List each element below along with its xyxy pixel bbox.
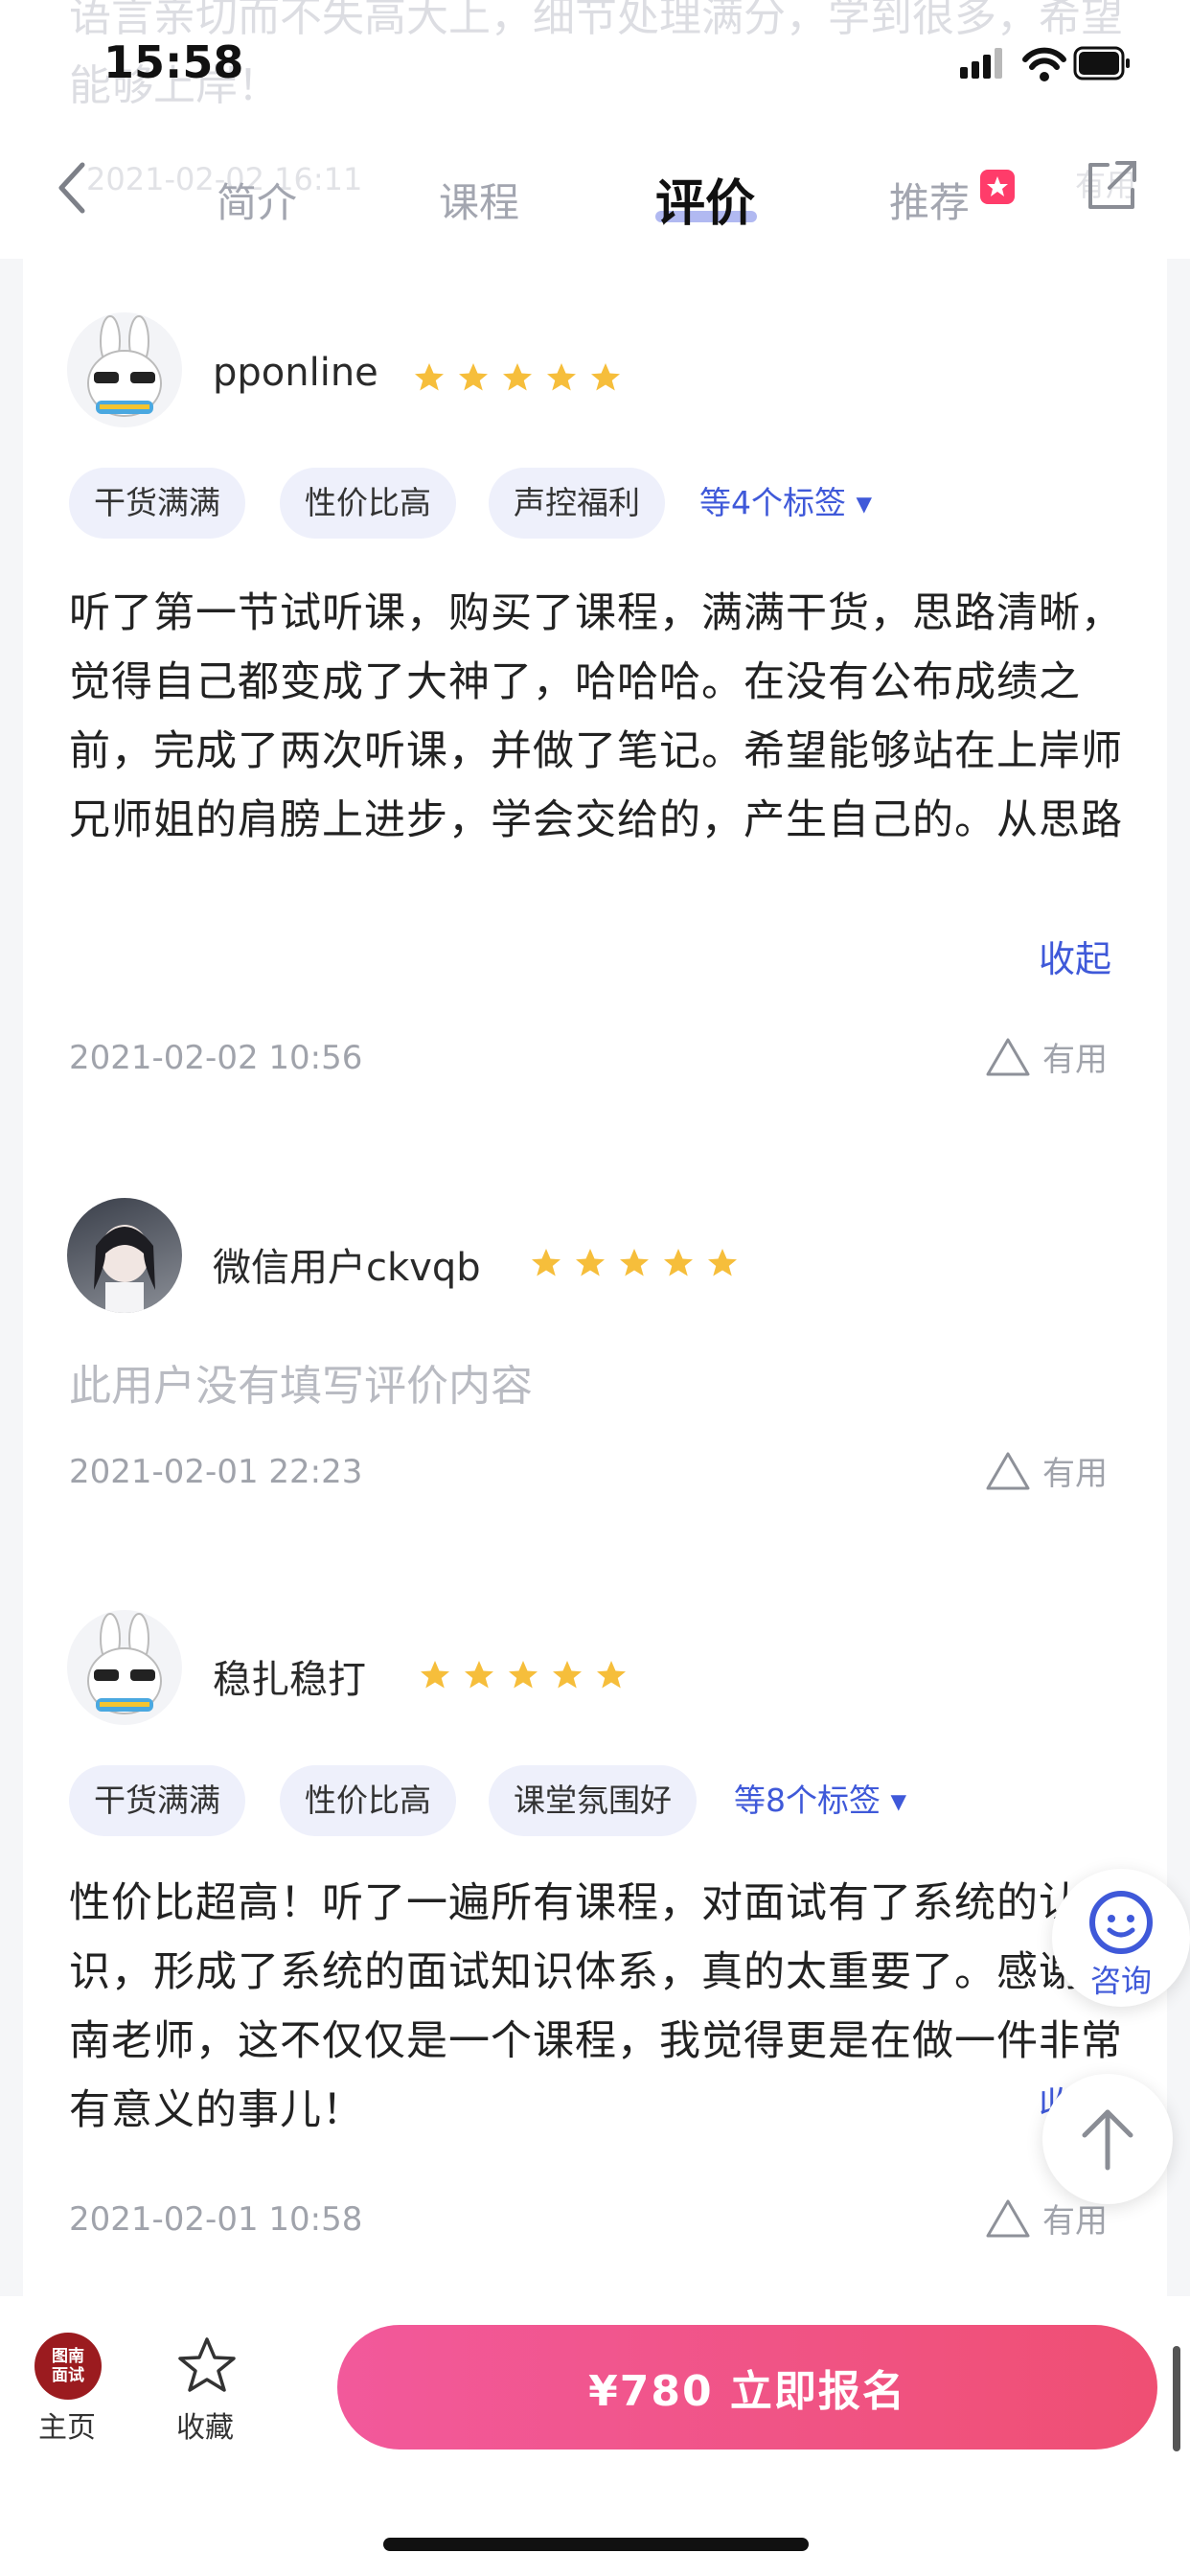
- triangle-up-icon: [986, 1038, 1030, 1075]
- signal-icon: [960, 48, 1002, 79]
- review-item: pponline 干货满满 性价比高 声控福利 等4个标签 ▾ 听了第一节试听课…: [23, 259, 1167, 1102]
- avatar[interactable]: [67, 312, 182, 427]
- back-arrow-icon[interactable]: [54, 159, 92, 217]
- star-icon: [459, 363, 488, 391]
- star-icon: [576, 1249, 605, 1276]
- review-tag: 干货满满: [69, 1765, 245, 1836]
- tab-recommend[interactable]: 推荐: [889, 171, 970, 229]
- reviews-list: pponline 干货满满 性价比高 声控福利 等4个标签 ▾ 听了第一节试听课…: [23, 259, 1167, 2296]
- review-tag: 性价比高: [280, 468, 456, 539]
- useful-button[interactable]: 有用: [985, 1033, 1108, 1080]
- star-icon: [708, 1249, 737, 1276]
- review-content: 听了第一节试听课，购买了课程，满满干货，思路清晰，觉得自己都变成了大神了，哈哈哈…: [69, 589, 1123, 844]
- review-item: 稳扎稳打 干货满满 性价比高 课堂氛围好 等8个标签 ▾ 性价比超高！听了一遍所…: [23, 1514, 1167, 2296]
- avatar[interactable]: [67, 1198, 182, 1313]
- username: 稳扎稳打: [213, 1658, 366, 1702]
- share-icon[interactable]: [1085, 159, 1138, 213]
- review-date: 2021-02-01 22:23: [69, 1453, 363, 1491]
- consult-label: 咨询: [1089, 1963, 1152, 1999]
- tab-reviews[interactable]: 评价: [655, 163, 755, 235]
- star-icon: [415, 363, 444, 391]
- star-icon: [509, 1661, 538, 1689]
- hot-badge-icon: [980, 170, 1015, 204]
- caret-down-icon: ▾: [856, 484, 873, 521]
- review-tag: 声控福利: [489, 468, 665, 539]
- top-header: 语言亲切而不失高大上，细节处理满分，学到很多，希望能够上岸！ 2021-02-0…: [0, 0, 1190, 259]
- star-outline-icon[interactable]: [176, 2334, 238, 2396]
- star-icon: [547, 363, 576, 391]
- star-icon: [620, 1249, 649, 1276]
- star-icon: [597, 1661, 626, 1689]
- tab-intro[interactable]: 简介: [217, 171, 297, 229]
- star-rating: [412, 360, 623, 395]
- empty-review-text: 此用户没有填写评价内容: [69, 1362, 533, 1411]
- arrow-up-icon: [1082, 2109, 1133, 2171]
- consult-button[interactable]: 咨询: [1052, 1869, 1190, 2007]
- star-rating: [418, 1658, 629, 1692]
- more-tags-label: 等4个标签: [699, 484, 846, 521]
- username: 微信用户ckvqb: [213, 1246, 481, 1290]
- star-icon: [421, 1661, 449, 1689]
- review-item: 微信用户ckvqb 此用户没有填写评价内容 2021-02-01 22:23 有…: [23, 1102, 1167, 1514]
- triangle-up-icon: [986, 1452, 1030, 1489]
- scrollbar[interactable]: [1173, 2346, 1180, 2451]
- review-date: 2021-02-02 10:56: [69, 1039, 363, 1077]
- star-icon: [664, 1249, 693, 1276]
- star-icon: [591, 363, 620, 391]
- star-icon: [532, 1249, 561, 1276]
- more-tags-label: 等8个标签: [734, 1782, 881, 1819]
- more-tags-link[interactable]: 等8个标签 ▾: [734, 1765, 906, 1836]
- review-tag: 性价比高: [280, 1765, 456, 1836]
- username: pponline: [213, 351, 378, 395]
- brand-logo[interactable]: 图南面试: [34, 2333, 102, 2400]
- review-tag: 干货满满: [69, 468, 245, 539]
- useful-label: 有用: [1042, 1041, 1108, 1079]
- status-icons: [960, 44, 1133, 90]
- tab-courses[interactable]: 课程: [439, 171, 519, 229]
- status-time: 15:58: [103, 36, 244, 88]
- back-to-top-button[interactable]: [1042, 2074, 1173, 2204]
- avatar[interactable]: [67, 1610, 182, 1725]
- star-icon: [553, 1661, 582, 1689]
- wifi-icon: [1022, 47, 1066, 81]
- battery-icon: [1073, 46, 1130, 80]
- triangle-up-icon: [986, 2199, 1030, 2237]
- useful-label: 有用: [1042, 1455, 1108, 1493]
- home-indicator: [383, 2538, 809, 2551]
- star-icon: [503, 363, 532, 391]
- more-tags-link[interactable]: 等4个标签 ▾: [699, 468, 872, 539]
- review-tag: 课堂氛围好: [489, 1765, 697, 1836]
- useful-button[interactable]: 有用: [985, 1447, 1108, 1494]
- star-icon: [465, 1661, 493, 1689]
- enroll-button[interactable]: ¥780 立即报名: [337, 2325, 1157, 2450]
- caret-down-icon: ▾: [890, 1782, 907, 1819]
- home-label[interactable]: 主页: [38, 2404, 96, 2446]
- review-date: 2021-02-01 10:58: [69, 2200, 363, 2239]
- review-content: 性价比超高！听了一遍所有课程，对面试有了系统的认识，形成了系统的面试知识体系，真…: [69, 1879, 1123, 2134]
- favorite-label[interactable]: 收藏: [176, 2404, 234, 2446]
- star-rating: [529, 1246, 740, 1280]
- collapse-link[interactable]: 收起: [1039, 930, 1111, 982]
